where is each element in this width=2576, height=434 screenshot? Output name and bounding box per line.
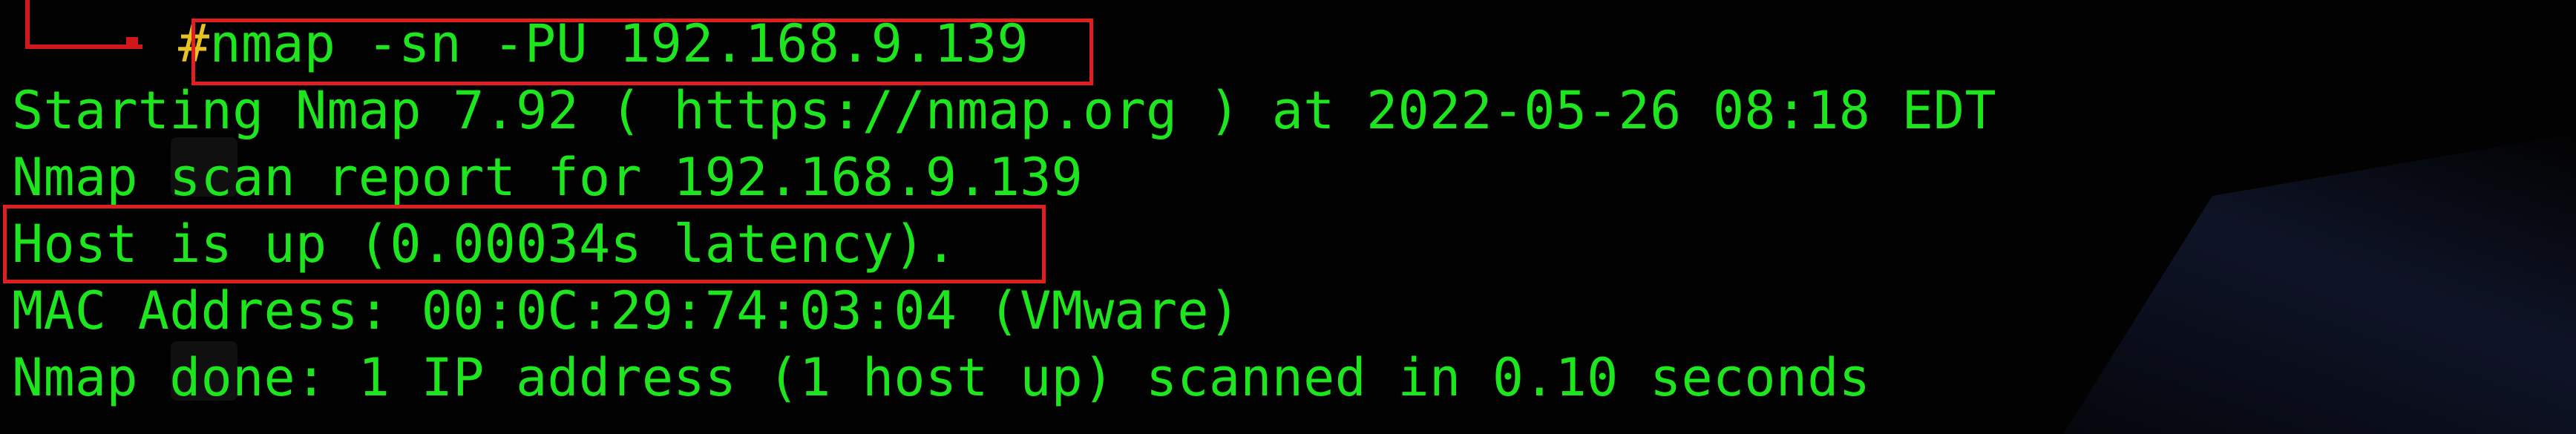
desktop-wallpaper-art [2056,134,2576,434]
output-line-summary: Nmap done: 1 IP address (1 host up) scan… [12,347,1871,408]
prompt-connector-dot [126,37,138,49]
command-highlight-box [191,19,1093,85]
output-line-scan-report: Nmap scan report for 192.168.9.139 [12,147,1084,208]
prompt-connector-line [25,0,142,49]
output-line-mac-address: MAC Address: 00:0C:29:74:03:04 (VMware) [12,280,1241,341]
host-status-highlight-box [3,205,1046,283]
output-line-start: Starting Nmap 7.92 ( https://nmap.org ) … [12,80,1996,141]
terminal-window[interactable]: #nmap -sn -PU 192.168.9.139 Starting Nma… [0,0,2576,434]
